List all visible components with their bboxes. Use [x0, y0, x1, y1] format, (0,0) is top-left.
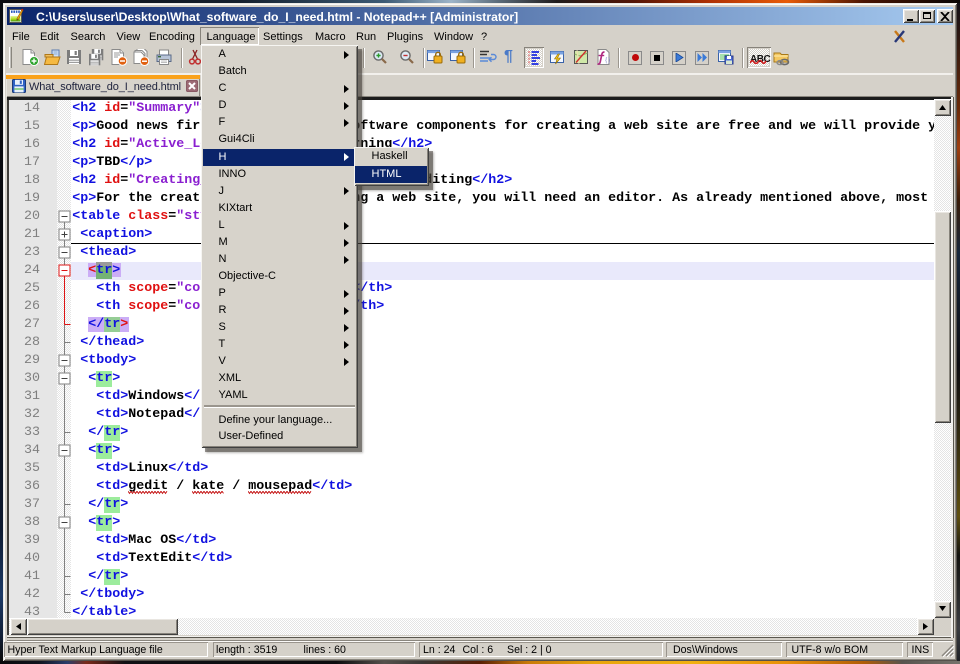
svg-text:{): {) [605, 56, 611, 64]
